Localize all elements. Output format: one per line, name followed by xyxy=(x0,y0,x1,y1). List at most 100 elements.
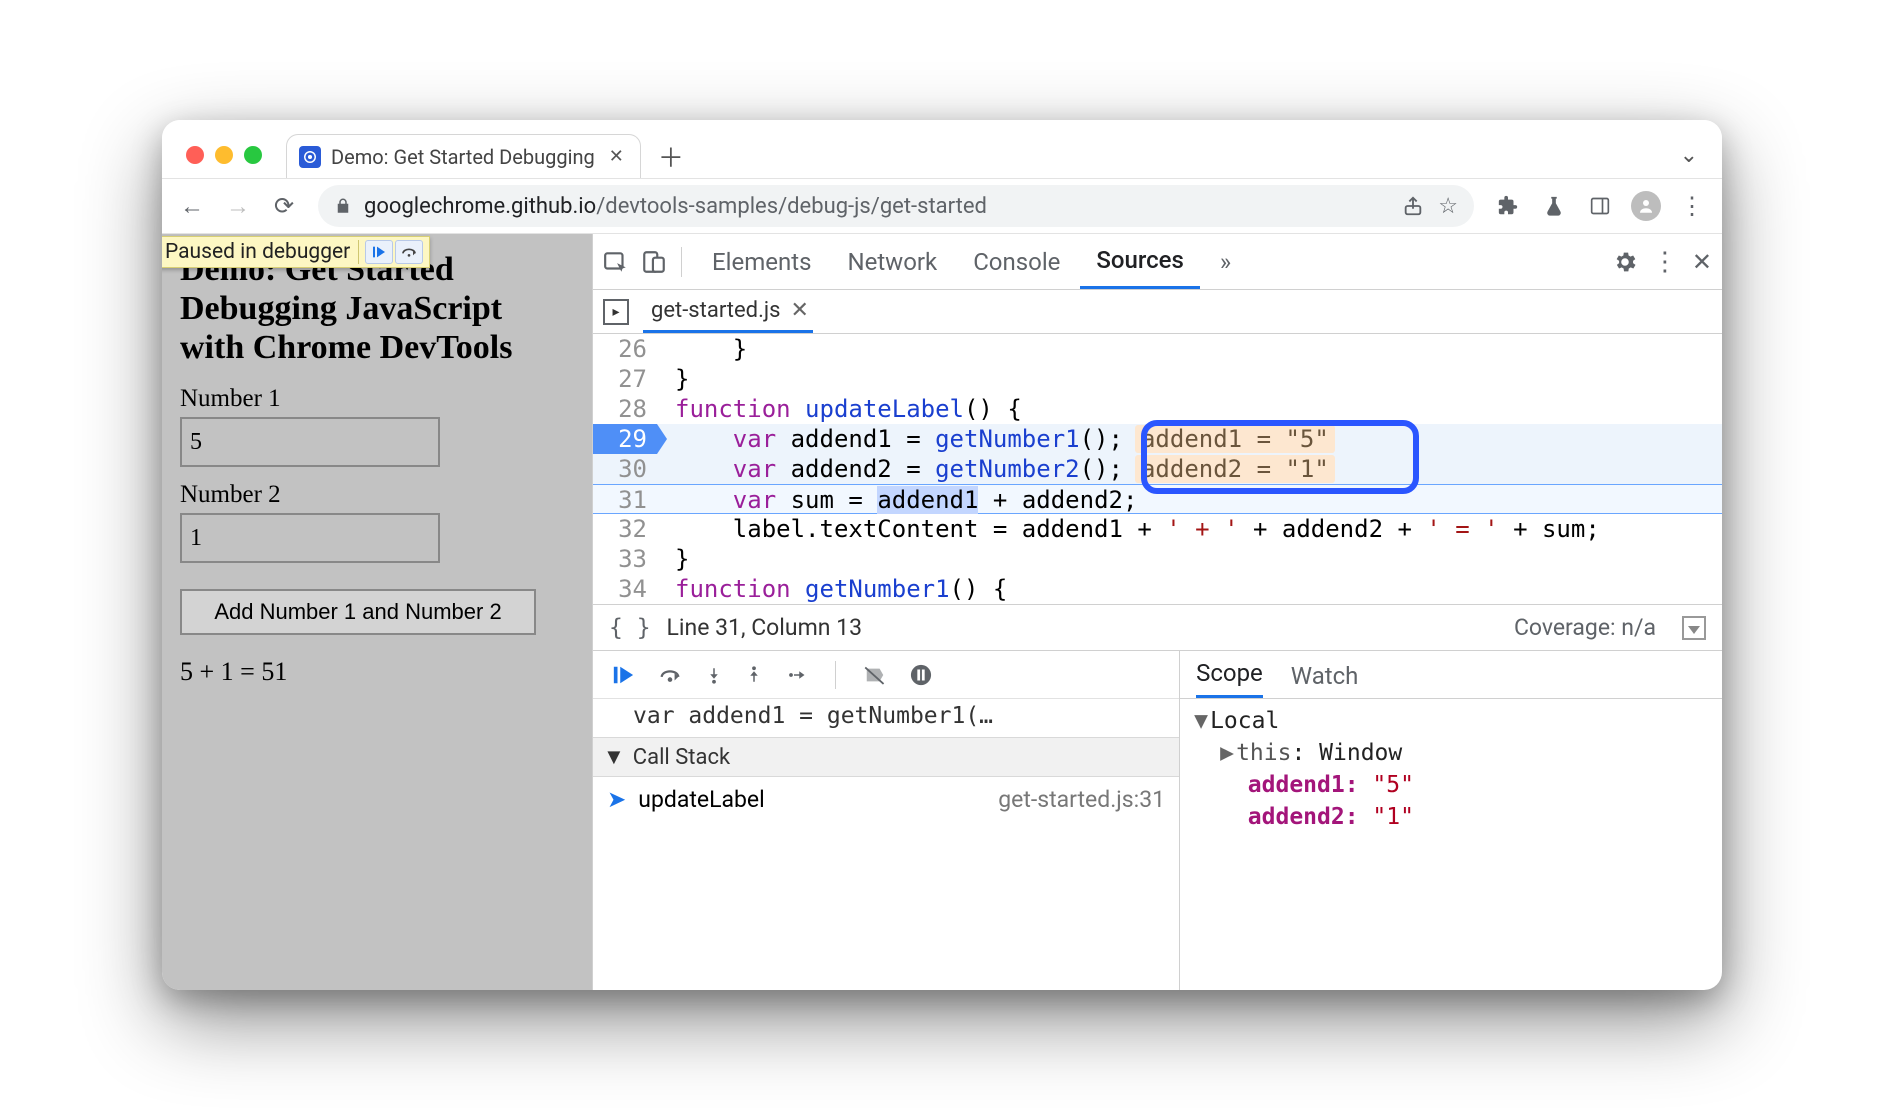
pause-on-exceptions-icon[interactable] xyxy=(910,664,932,686)
stack-frame-function: updateLabel xyxy=(638,786,764,813)
badge-step-over-icon[interactable] xyxy=(395,240,423,264)
content-area: Paused in debugger Demo: Get Started Deb… xyxy=(162,234,1722,990)
devtools-menu-icon[interactable]: ⋮ xyxy=(1652,247,1678,277)
badge-resume-icon[interactable] xyxy=(365,240,393,264)
step-into-icon[interactable] xyxy=(705,664,723,686)
address-bar[interactable]: googlechrome.github.io/devtools-samples/… xyxy=(318,185,1474,227)
line-number[interactable]: 28 xyxy=(593,394,657,424)
menu-icon[interactable]: ⋮ xyxy=(1672,186,1712,226)
line-number[interactable]: 31 xyxy=(593,485,657,515)
add-button[interactable]: Add Number 1 and Number 2 xyxy=(180,589,536,635)
tab-scope[interactable]: Scope xyxy=(1196,659,1263,698)
device-toggle-icon[interactable] xyxy=(641,249,667,275)
line-number[interactable]: 27 xyxy=(593,364,657,394)
tab-overflow-icon[interactable]: ⌄ xyxy=(1680,143,1698,168)
editor-statusbar: { } Line 31, Column 13 Coverage: n/a xyxy=(593,604,1722,650)
scope-variables: ▼Local ▶this: Window addend1: "5" addend… xyxy=(1180,699,1722,839)
file-tabbar: ▸ get-started.js ✕ xyxy=(593,290,1722,334)
code-line: function getNumber1() { xyxy=(657,574,1722,604)
step-out-icon[interactable] xyxy=(745,664,763,686)
number2-input[interactable] xyxy=(180,513,440,563)
debugger-left-pane: var addend1 = getNumber1(… ▼ Call Stack ➤… xyxy=(593,651,1180,990)
line-number[interactable]: 34 xyxy=(593,574,657,604)
browser-tab[interactable]: Demo: Get Started Debugging ✕ xyxy=(286,134,641,178)
devtools-tabbar: Elements Network Console Sources » ⋮ ✕ xyxy=(593,234,1722,290)
file-tab-name: get-started.js xyxy=(651,298,781,323)
file-tab-close-icon[interactable]: ✕ xyxy=(791,298,809,323)
tab-more[interactable]: » xyxy=(1204,234,1247,289)
line-number[interactable]: 30 xyxy=(593,454,657,484)
scope-this-row[interactable]: ▶this: Window xyxy=(1194,737,1708,769)
step-over-icon[interactable] xyxy=(657,664,683,686)
url-text: googlechrome.github.io/devtools-samples/… xyxy=(364,194,987,219)
paused-badge-text: Paused in debugger xyxy=(165,240,350,264)
paused-snippet: var addend1 = getNumber1(… xyxy=(593,699,1179,737)
minimize-window-button[interactable] xyxy=(215,146,233,164)
browser-window: Demo: Get Started Debugging ✕ ＋ ⌄ ← → ⟳ … xyxy=(162,120,1722,990)
code-line: var addend1 = getNumber1();addend1 = "5" xyxy=(657,424,1722,454)
extensions-icon[interactable] xyxy=(1488,186,1528,226)
browser-toolbar: ← → ⟳ googlechrome.github.io/devtools-sa… xyxy=(162,178,1722,234)
inspect-element-icon[interactable] xyxy=(603,249,629,275)
current-frame-icon: ➤ xyxy=(607,786,626,813)
step-icon[interactable] xyxy=(785,666,809,684)
stack-frame[interactable]: ➤ updateLabel get-started.js:31 xyxy=(593,777,1179,821)
call-stack-title: Call Stack xyxy=(633,745,730,770)
bookmark-icon[interactable]: ☆ xyxy=(1438,194,1458,219)
coverage-toggle-icon[interactable] xyxy=(1682,616,1706,640)
share-icon[interactable] xyxy=(1402,195,1424,217)
labs-icon[interactable] xyxy=(1534,186,1574,226)
debugger-controls xyxy=(593,651,1179,699)
line-number[interactable]: 26 xyxy=(593,334,657,364)
pretty-print-icon[interactable]: { } xyxy=(609,615,651,641)
result-text: 5 + 1 = 51 xyxy=(180,657,574,687)
tab-close-icon[interactable]: ✕ xyxy=(609,146,624,167)
scope-local-header[interactable]: ▼Local xyxy=(1194,705,1708,737)
code-editor[interactable]: 26 } 27} 28function updateLabel() { 29 v… xyxy=(593,334,1722,604)
scope-watch-tabs: Scope Watch xyxy=(1180,651,1722,699)
number1-label: Number 1 xyxy=(180,385,574,413)
line-number[interactable]: 32 xyxy=(593,514,657,544)
inline-value: addend2 = "1" xyxy=(1135,455,1335,483)
stack-frame-location: get-started.js:31 xyxy=(998,786,1165,813)
breakpoint-line-number[interactable]: 29 xyxy=(593,424,657,454)
code-line: label.textContent = addend1 + ' + ' + ad… xyxy=(657,514,1722,544)
titlebar: Demo: Get Started Debugging ✕ ＋ ⌄ xyxy=(162,120,1722,178)
coverage-status: Coverage: n/a xyxy=(1514,614,1656,641)
line-number[interactable]: 33 xyxy=(593,544,657,574)
tab-network[interactable]: Network xyxy=(831,234,953,289)
side-panel-icon[interactable] xyxy=(1580,186,1620,226)
file-tab[interactable]: get-started.js ✕ xyxy=(643,290,813,333)
tab-watch[interactable]: Watch xyxy=(1291,662,1359,698)
tab-elements[interactable]: Elements xyxy=(696,234,827,289)
code-line-current: var sum = addend1 + addend2; xyxy=(657,485,1722,515)
cursor-position: Line 31, Column 13 xyxy=(667,614,862,641)
code-line: function updateLabel() { xyxy=(657,394,1722,424)
new-tab-button[interactable]: ＋ xyxy=(651,136,691,176)
rendered-page: Paused in debugger Demo: Get Started Deb… xyxy=(162,234,592,990)
forward-button[interactable]: → xyxy=(218,186,258,226)
deactivate-breakpoints-icon[interactable] xyxy=(862,664,888,686)
chevron-down-icon: ▼ xyxy=(603,744,625,770)
code-line: } xyxy=(657,334,1722,364)
navigator-toggle-icon[interactable]: ▸ xyxy=(603,299,629,325)
url-host: googlechrome.github.io xyxy=(364,194,596,219)
scope-variable-row[interactable]: addend2: "1" xyxy=(1194,801,1708,833)
call-stack-header[interactable]: ▼ Call Stack xyxy=(593,737,1179,777)
scope-variable-row[interactable]: addend1: "5" xyxy=(1194,769,1708,801)
number2-label: Number 2 xyxy=(180,481,574,509)
reload-button[interactable]: ⟳ xyxy=(264,186,304,226)
close-window-button[interactable] xyxy=(186,146,204,164)
resume-icon[interactable] xyxy=(611,664,635,686)
number1-input[interactable] xyxy=(180,417,440,467)
devtools-close-icon[interactable]: ✕ xyxy=(1692,248,1712,276)
tab-console[interactable]: Console xyxy=(957,234,1076,289)
code-line: var addend2 = getNumber2();addend2 = "1" xyxy=(657,454,1722,484)
profile-button[interactable] xyxy=(1626,186,1666,226)
back-button[interactable]: ← xyxy=(172,186,212,226)
tab-title: Demo: Get Started Debugging xyxy=(331,145,595,169)
maximize-window-button[interactable] xyxy=(244,146,262,164)
tab-sources[interactable]: Sources xyxy=(1080,234,1200,289)
settings-icon[interactable] xyxy=(1612,249,1638,275)
code-line: } xyxy=(657,364,1722,394)
